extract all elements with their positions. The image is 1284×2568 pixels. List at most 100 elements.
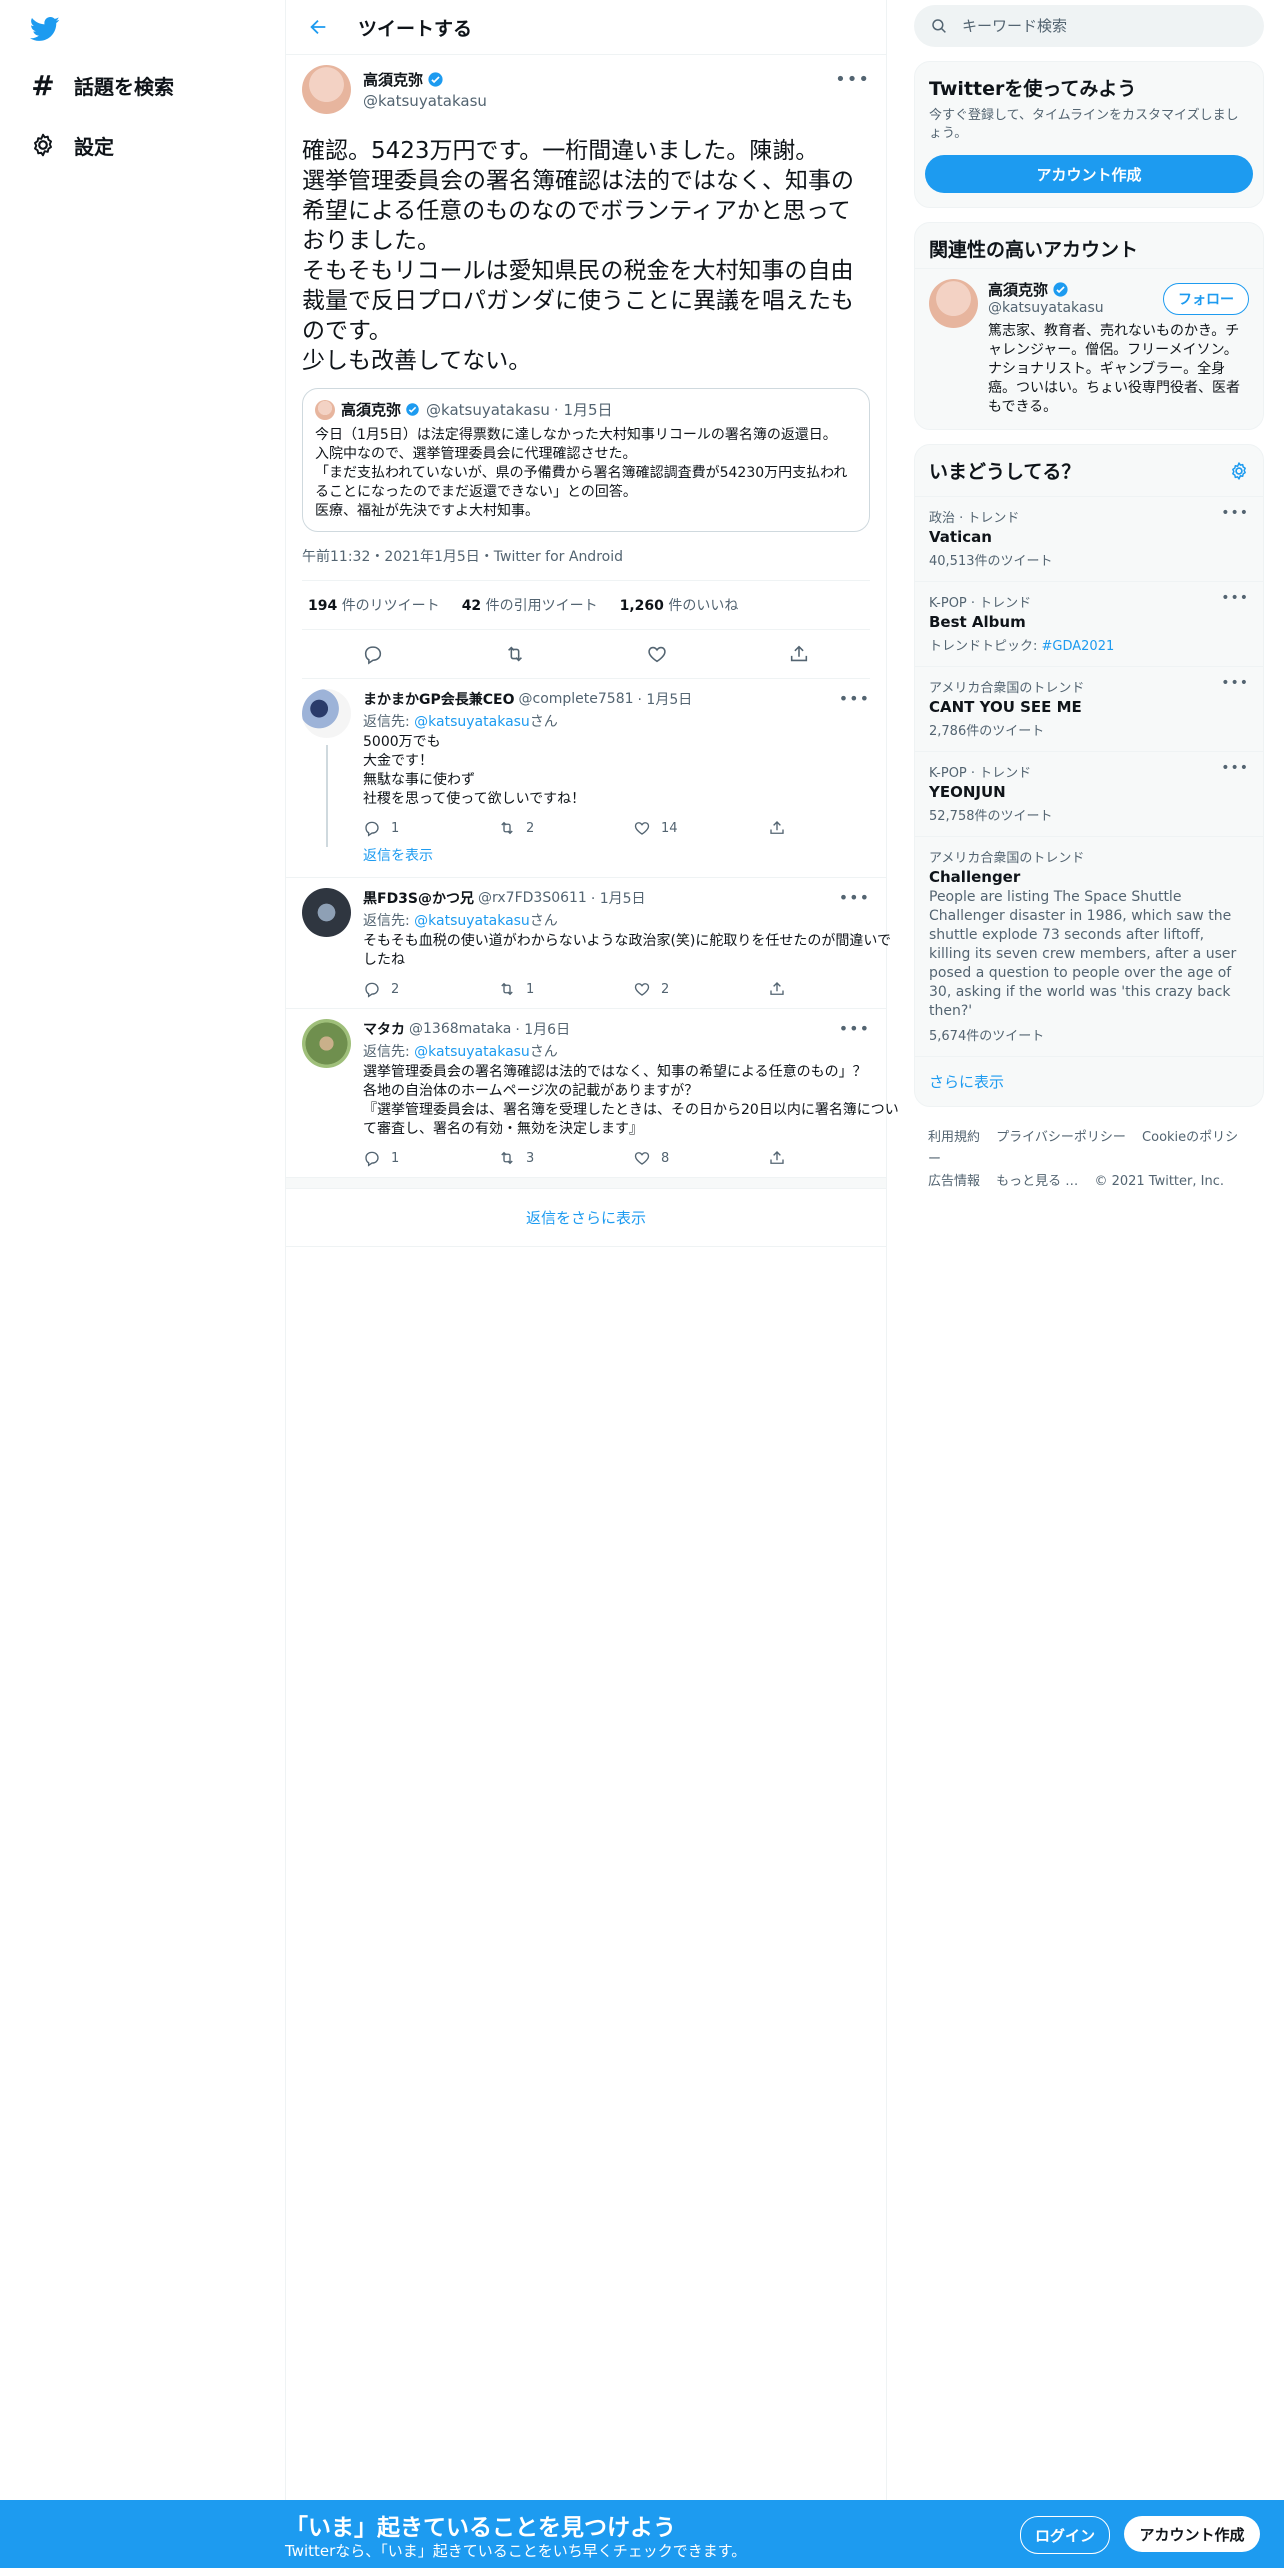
avatar[interactable] — [302, 689, 351, 738]
tweet-timestamp[interactable]: 午前11:32・2021年1月5日・Twitter for Android — [302, 546, 870, 581]
share-button[interactable] — [768, 1149, 903, 1167]
reply-author-handle[interactable]: @complete7581 — [519, 691, 634, 707]
hashtag-icon: # — [31, 68, 55, 102]
reply-button[interactable]: 1 — [363, 1149, 498, 1167]
ads-info-link[interactable]: 広告情報 — [928, 1174, 980, 1189]
reply-to-handle[interactable]: @katsuyatakasu — [414, 1044, 530, 1060]
related-accounts-title: 関連性の高いアカウント — [929, 239, 1139, 261]
like-button[interactable]: 2 — [633, 980, 768, 998]
reply-date[interactable]: · 1月5日 — [591, 888, 646, 908]
share-icon[interactable] — [782, 637, 816, 671]
nav-explore-label: 話題を検索 — [74, 74, 174, 99]
author-name[interactable]: 高須克弥 — [363, 69, 423, 90]
share-icon — [770, 821, 784, 834]
reply-tweet[interactable]: 黒FD3S@かつ兄 @rx7FD3S0611 · 1月5日 ••• 返信先: @… — [286, 878, 891, 1009]
retweet-icon[interactable] — [498, 637, 532, 671]
reply-icon[interactable] — [356, 637, 390, 671]
share-button[interactable] — [768, 819, 903, 837]
share-button[interactable] — [768, 980, 903, 998]
show-replies-link[interactable]: 返信を表示 — [363, 837, 903, 867]
avatar[interactable] — [302, 65, 351, 114]
reply-to-prefix: 返信先: — [363, 913, 415, 929]
search-bar[interactable] — [914, 5, 1264, 47]
more-options-icon[interactable]: ••• — [1221, 590, 1249, 606]
retweet-button[interactable]: 1 — [498, 980, 633, 998]
nav-settings-label: 設定 — [74, 134, 114, 159]
reply-button[interactable]: 1 — [363, 819, 498, 837]
nav-explore[interactable]: # 話題を検索 — [28, 68, 174, 102]
trend-context: アメリカ合衆国のトレンド — [929, 851, 1085, 866]
more-options-icon[interactable]: ••• — [1221, 760, 1249, 776]
more-link[interactable]: もっと見る … — [996, 1174, 1078, 1189]
quoted-tweet[interactable]: 高須克弥 @katsuyatakasu · 1月5日 今日（1月5日）は法定得票… — [302, 388, 870, 532]
more-options-icon[interactable]: ••• — [1221, 505, 1249, 521]
quote-count-value: 42 — [461, 598, 482, 614]
reply-author-name[interactable]: マタカ — [363, 1019, 405, 1039]
tweet-author: 高須克弥 @katsuyatakasu ••• — [302, 65, 870, 114]
avatar[interactable] — [929, 279, 978, 328]
show-more-replies-button[interactable]: 返信をさらに表示 — [286, 1188, 886, 1247]
create-account-button[interactable]: アカウント作成 — [925, 155, 1253, 193]
trends-card: いまどうしてる？ 政治 · トレンド Vatican 40,513件のツイート … — [914, 444, 1264, 1107]
retweet-button[interactable]: 2 — [498, 819, 633, 837]
more-options-icon[interactable]: ••• — [835, 69, 870, 90]
like-count: 2 — [661, 981, 670, 997]
like-count[interactable]: 1,260 件のいいね — [620, 595, 739, 615]
terms-link[interactable]: 利用規約 — [928, 1130, 980, 1145]
author-handle[interactable]: @katsuyatakasu — [363, 92, 487, 110]
search-input[interactable] — [960, 16, 1224, 36]
reply-icon — [365, 982, 379, 998]
reply-to: 返信先: @katsuyatakasuさん — [363, 711, 903, 731]
reply-to-handle[interactable]: @katsuyatakasu — [414, 913, 530, 929]
more-options-icon[interactable]: ••• — [1221, 675, 1249, 691]
reply-author-handle[interactable]: @1368mataka — [409, 1021, 511, 1037]
reply-author-name[interactable]: まかまかGP会長兼CEO — [363, 689, 515, 709]
more-options-icon[interactable]: ••• — [839, 888, 870, 907]
trend-item[interactable]: 政治 · トレンド Vatican 40,513件のツイート ••• — [915, 496, 1263, 581]
quote-count[interactable]: 42 件の引用ツイート — [462, 595, 598, 615]
reply-to-suffix: さん — [529, 714, 558, 730]
like-button[interactable]: 8 — [633, 1149, 768, 1167]
reply-button[interactable]: 2 — [363, 980, 498, 998]
follow-button[interactable]: フォロー — [1163, 283, 1249, 315]
page-header: ツイートする — [286, 0, 886, 55]
privacy-link[interactable]: プライバシーポリシー — [996, 1130, 1126, 1145]
show-more-trends-link[interactable]: さらに表示 — [915, 1056, 1263, 1106]
nav-settings[interactable]: 設定 — [28, 130, 114, 160]
trend-topic-link[interactable]: #GDA2021 — [1042, 639, 1115, 654]
retweet-count-label: 件のリツイート — [341, 598, 440, 614]
twitter-logo-icon[interactable] — [28, 14, 62, 44]
more-options-icon[interactable]: ••• — [839, 1019, 870, 1038]
like-count-value: 1,260 — [619, 598, 664, 614]
reply-date[interactable]: · 1月5日 — [638, 689, 693, 709]
trend-item[interactable]: アメリカ合衆国のトレンド CANT YOU SEE ME 2,786件のツイート… — [915, 666, 1263, 751]
related-account-name[interactable]: 高須克弥 — [988, 279, 1048, 300]
reply-author-name[interactable]: 黒FD3S@かつ兄 — [363, 888, 474, 908]
like-icon[interactable] — [640, 637, 674, 671]
retweet-count[interactable]: 194 件のリツイート — [308, 595, 440, 615]
related-account[interactable]: 高須克弥 @katsuyatakasu 篤志家、教育者、売れないものかき。チャレ… — [915, 268, 1263, 429]
trend-item[interactable]: K-POP · トレンド YEONJUN 52,758件のツイート ••• — [915, 751, 1263, 836]
reply-date[interactable]: · 1月6日 — [515, 1019, 570, 1039]
trend-item[interactable]: アメリカ合衆国のトレンド Challenger People are listi… — [915, 836, 1263, 1056]
avatar[interactable] — [302, 1019, 351, 1068]
reply-author-handle[interactable]: @rx7FD3S0611 — [478, 890, 587, 906]
signup-card-title: Twitterを使ってみよう — [929, 78, 1137, 100]
reply-icon — [365, 821, 379, 837]
main-column: ツイートする 高須克弥 @katsuyatakasu ••• 確認。5423万円… — [285, 0, 899, 2500]
trend-item[interactable]: K-POP · トレンド Best Album トレンドトピック: #GDA20… — [915, 581, 1263, 666]
gear-icon[interactable] — [1229, 461, 1249, 481]
copyright: © 2021 Twitter, Inc. — [1094, 1174, 1224, 1189]
signup-button[interactable]: アカウント作成 — [1124, 2516, 1260, 2552]
reply-tweet[interactable]: まかまかGP会長兼CEO @complete7581 · 1月5日 ••• 返信… — [286, 679, 886, 878]
back-arrow-icon[interactable] — [298, 7, 338, 47]
verified-badge-icon — [1053, 282, 1068, 297]
reply-tweet[interactable]: マタカ @1368mataka · 1月6日 ••• 返信先: @katsuya… — [286, 1009, 899, 1178]
trend-context: K-POP · トレンド — [929, 596, 1032, 611]
login-button[interactable]: ログイン — [1020, 2516, 1110, 2554]
like-button[interactable]: 14 — [633, 819, 768, 837]
more-options-icon[interactable]: ••• — [839, 689, 870, 708]
reply-to-handle[interactable]: @katsuyatakasu — [414, 714, 530, 730]
avatar[interactable] — [302, 888, 351, 937]
retweet-button[interactable]: 3 — [498, 1149, 633, 1167]
